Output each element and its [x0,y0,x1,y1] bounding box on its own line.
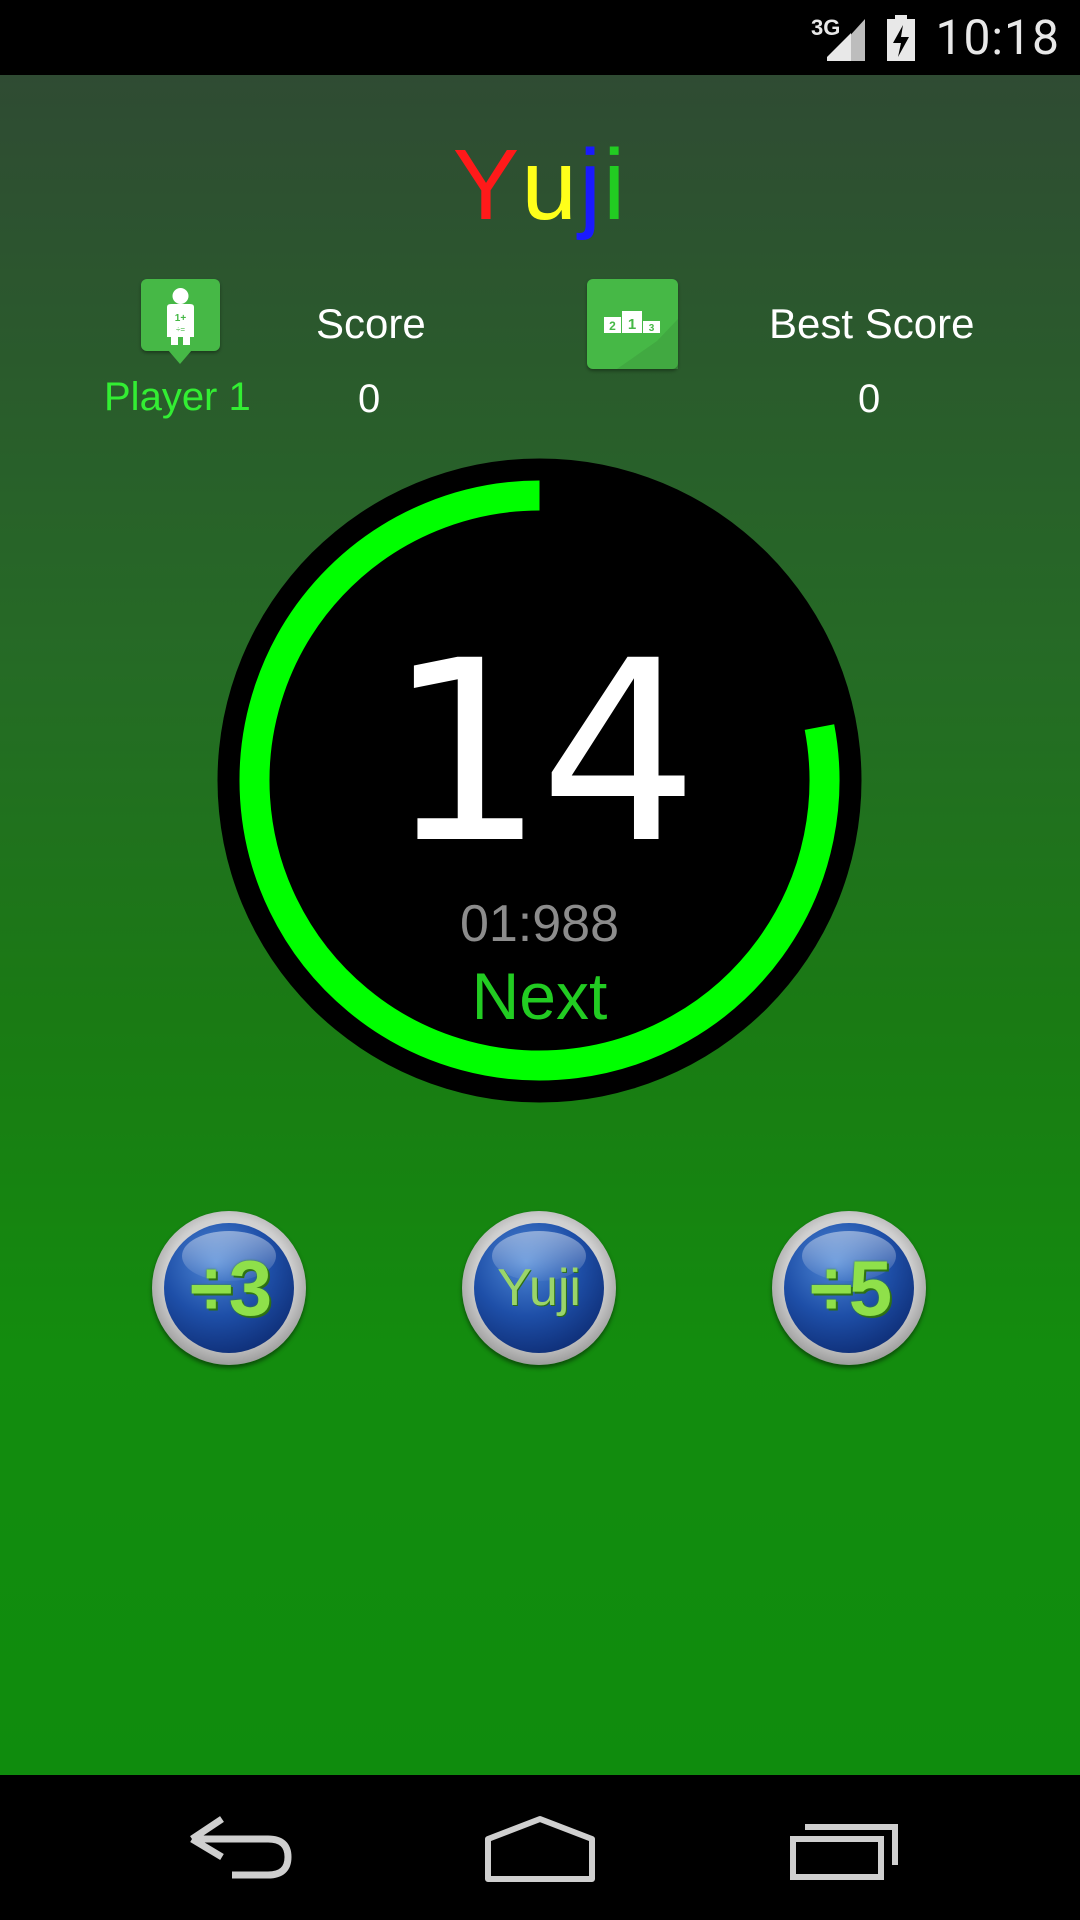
divide-by-3-button[interactable]: ÷3 [152,1211,306,1365]
player-glyph: 1+ ÷= [167,288,194,345]
player-name: Player 1 [104,375,251,419]
yuji-button[interactable]: Yuji [462,1211,616,1365]
app-title: Yuji [0,135,1080,235]
button-face: ÷5 [784,1223,914,1353]
clock: 10:18 [935,9,1060,66]
back-button[interactable] [170,1795,310,1895]
signal-icon: 3G [811,15,866,61]
status-icons: 3G 10:18 [811,0,1060,75]
button-face: Yuji [474,1223,604,1353]
svg-text:2: 2 [609,319,616,333]
next-button[interactable]: Next [417,963,662,1029]
title-letter: i [603,129,628,241]
player-icon-pointer [168,350,192,364]
svg-text:÷=: ÷= [176,325,185,334]
podium-glyph: 1 2 3 [597,311,678,369]
button-label: ÷5 [809,1243,892,1332]
timer-dial: 14 01:988 Next [217,458,862,1103]
button-face: ÷3 [164,1223,294,1353]
back-icon [190,1816,292,1879]
svg-text:1: 1 [628,316,636,333]
time-remaining: 01:988 [459,895,620,953]
podium-icon[interactable]: 1 2 3 [587,279,678,369]
divide-by-5-button[interactable]: ÷5 [772,1211,926,1365]
navigation-bar [0,1775,1080,1920]
home-button[interactable] [470,1795,610,1895]
battery-charging-icon [887,14,916,61]
target-number: 14 [386,607,698,898]
best-score-label: Best Score [769,300,975,347]
recent-apps-icon [790,1824,898,1880]
home-icon [485,1816,595,1882]
button-label: Yuji [497,1259,581,1317]
recent-apps-button[interactable] [775,1795,915,1895]
best-score-value: 0 [858,377,881,421]
game-screen: Yuji 1+ ÷= Score 1 2 3 Best Score Player… [0,75,1080,1775]
title-letter: Y [452,129,522,241]
title-letter: u [521,129,579,241]
title-letter: j [578,129,604,241]
network-type: 3G [811,15,840,40]
score-value: 0 [358,377,381,421]
svg-text:1+: 1+ [175,313,187,324]
svg-text:3: 3 [649,323,655,334]
status-bar: 3G 10:18 [0,0,1080,75]
player-card-icon[interactable]: 1+ ÷= [141,279,220,351]
button-label: ÷3 [189,1243,272,1332]
score-label: Score [316,300,426,347]
